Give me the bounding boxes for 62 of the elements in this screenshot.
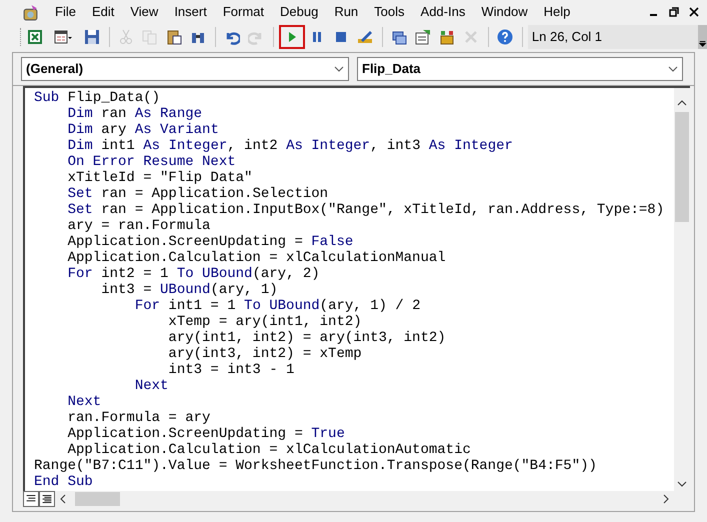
code-line: ary(int1, int2) = ary(int3, int2) [167, 330, 446, 346]
restore-icon[interactable] [669, 7, 679, 17]
code-line: Next [134, 378, 168, 394]
app-icon[interactable] [22, 4, 39, 20]
code-line: Application.Calculation = xlCalculationAutomatic [66, 442, 471, 458]
scissors-icon [118, 29, 134, 45]
scroll-thumb[interactable] [675, 112, 689, 222]
code-line: Dim int1 As Integer, int2 As Integer, int3 As Integer [66, 138, 513, 154]
code-line: Dim ran As Range [66, 106, 202, 122]
excel-icon [27, 29, 44, 45]
help-icon [497, 29, 514, 45]
code-line: Set ran = Application.Selection [66, 186, 328, 202]
code-line: End Sub [34, 474, 93, 490]
menu-item[interactable]: Edit [84, 2, 122, 22]
status-field: Ln 26, Col 1 [528, 25, 698, 49]
menu-item[interactable]: Insert [166, 2, 215, 22]
code-line: For int2 = 1 To UBound(ary, 2) [66, 266, 320, 282]
chevron-icon [334, 66, 344, 72]
object-dropdown[interactable]: (General) [21, 57, 349, 81]
code-line: Application.ScreenUpdating = False [66, 234, 354, 250]
menu-item[interactable]: Format [214, 2, 272, 22]
menu-item[interactable]: View [122, 2, 166, 22]
menu-item[interactable]: Run [326, 2, 366, 22]
code-line: ran.Formula = ary [66, 410, 210, 426]
ruler-pencil-icon [357, 29, 374, 45]
save-icon [84, 29, 100, 45]
scroll-right-icon[interactable] [662, 494, 670, 504]
menu-item[interactable]: Tools [366, 2, 413, 22]
menu-item[interactable]: Add-Ins [412, 2, 474, 22]
code-line: On Error Resume Next [66, 154, 236, 170]
code-line: ary = ran.Formula [66, 218, 210, 234]
code-line: int3 = UBound(ary, 1) [100, 282, 278, 298]
procedure-view-icon[interactable] [23, 491, 39, 507]
code-line: Next [66, 394, 102, 410]
object-browser-icon [439, 29, 456, 45]
code-line: Set ran = Application.InputBox("Range", xTitleId, ran.Address, Type:=8) [66, 202, 664, 218]
code-line: xTitleId = "Flip Data" [66, 170, 252, 186]
play-button[interactable] [278, 25, 305, 49]
code-line: int3 = int3 - 1 [167, 362, 294, 378]
code-line: Application.ScreenUpdating = True [66, 426, 345, 442]
menu-item[interactable]: Help [536, 2, 578, 22]
close-icon[interactable] [689, 7, 699, 17]
copy-icon [142, 29, 158, 45]
clipboard-icon [166, 29, 182, 45]
scroll-thumb[interactable] [75, 492, 120, 506]
code-line: Range("B7:C11").Value = WorksheetFunction.Transpose(Range("B4:F5")) [34, 458, 597, 474]
menu-item[interactable]: Debug [272, 2, 326, 22]
scroll-left-icon[interactable] [59, 494, 67, 504]
code-line: Dim ary As Variant [66, 122, 219, 138]
menu-item[interactable]: Window [473, 2, 536, 22]
code-line: Sub Flip_Data() [34, 90, 160, 106]
code-line: xTemp = ary(int1, int2) [167, 314, 362, 330]
menu-item[interactable]: File [47, 2, 84, 22]
chevron-icon [668, 66, 678, 72]
code-line: Application.Calculation = xlCalculationManual [66, 250, 446, 266]
code-line: For int1 = 1 To UBound(ary, 1) / 2 [134, 298, 420, 314]
procedure-dropdown[interactable]: Flip_Data [357, 57, 683, 81]
code-line: ary(int3, int2) = xTemp [167, 346, 362, 362]
module-view-icon[interactable] [39, 491, 55, 507]
properties-icon [415, 29, 432, 45]
form-icon [54, 29, 74, 45]
project-icon [391, 29, 408, 45]
